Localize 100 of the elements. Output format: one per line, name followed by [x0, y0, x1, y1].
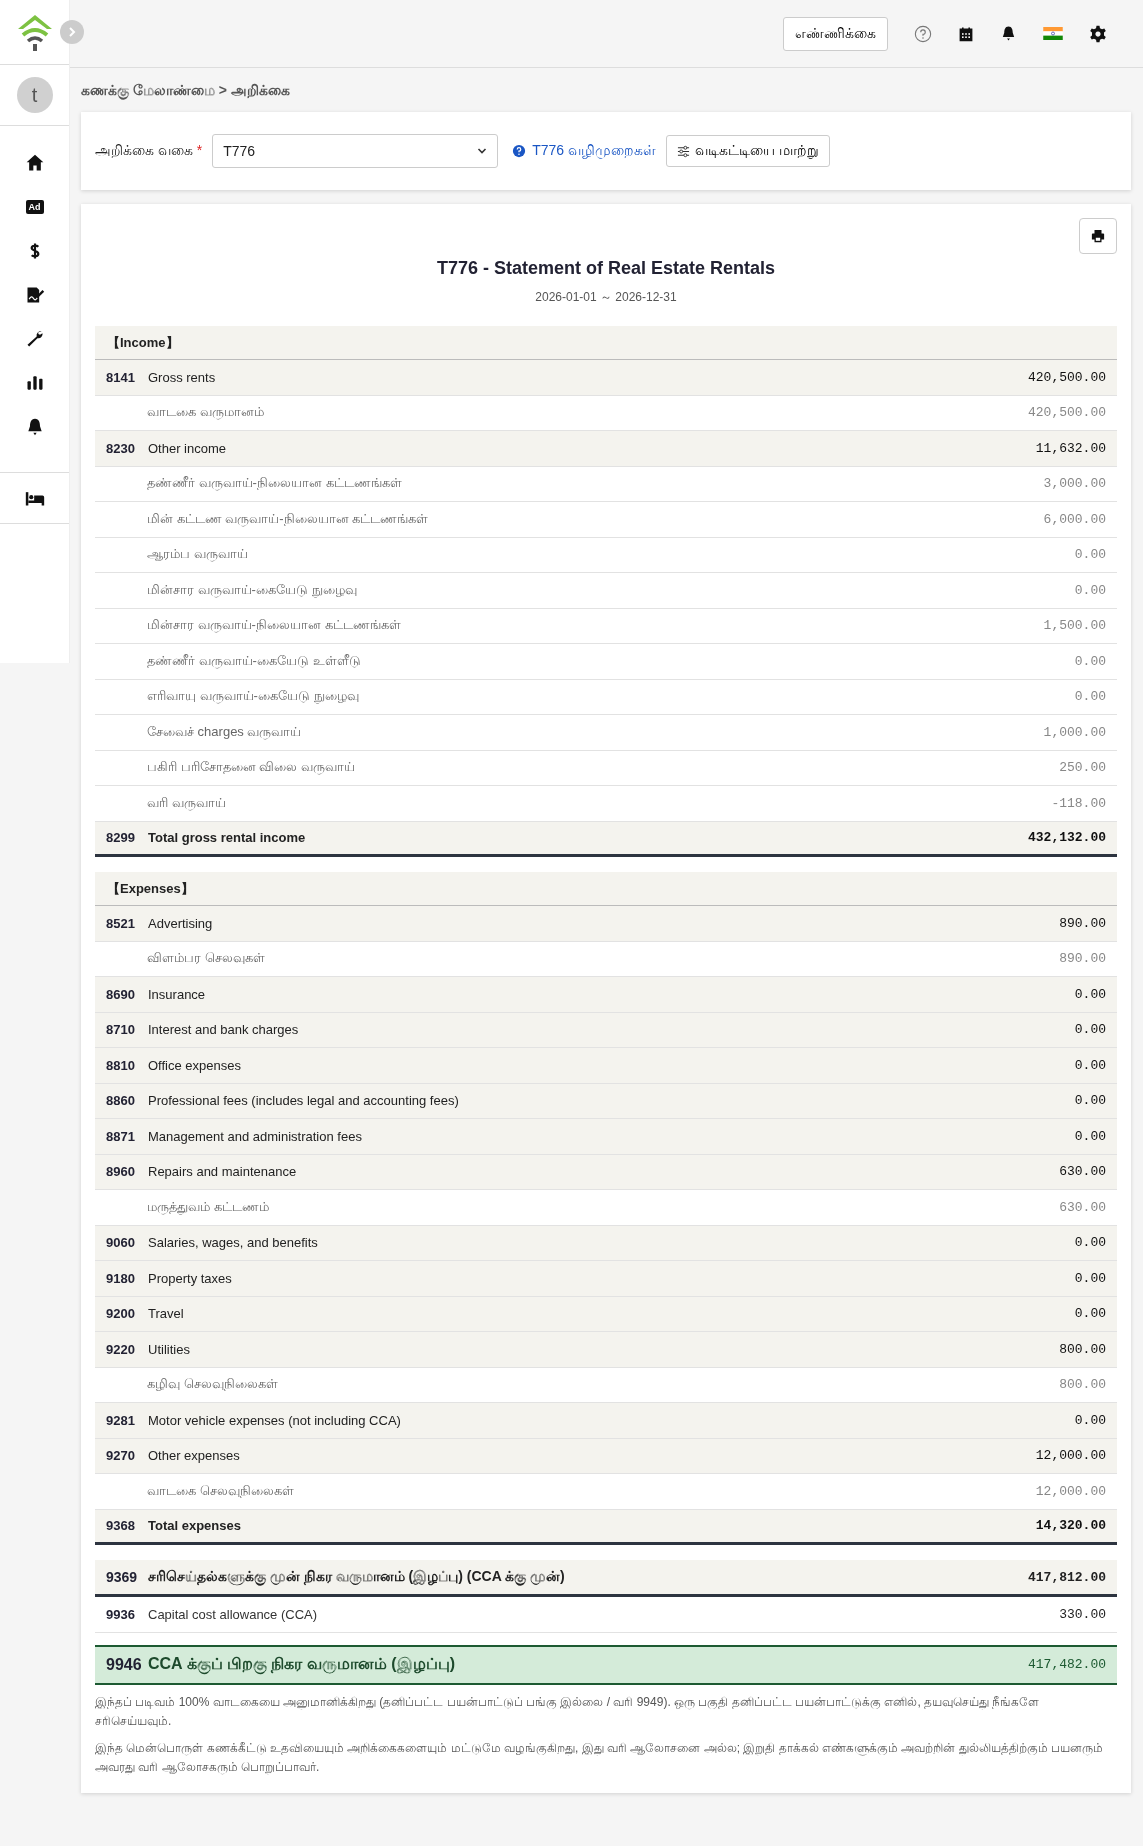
amount: 0.00	[1074, 1022, 1106, 1038]
amount: 0.00	[1074, 1412, 1106, 1428]
sliders-icon	[677, 144, 691, 158]
user-avatar[interactable]: t	[16, 77, 53, 113]
amount: 330.00	[1059, 1606, 1106, 1622]
layout-button[interactable]: வடிகட்டியை மாற்று	[666, 135, 830, 167]
section-heading: 【Income】	[95, 326, 1117, 360]
amount: 12,000.00	[1035, 1483, 1106, 1499]
report-period: 2026-01-01 ～ 2026-12-31	[534, 289, 678, 306]
account-label: Interest and bank charges	[148, 1022, 300, 1038]
amount: 1,000.00	[1043, 724, 1106, 740]
amount: 417,482.00	[1028, 1657, 1106, 1672]
account-code: 8299	[106, 830, 136, 846]
report-title: T776 - Statement of Real Estate Rentals	[435, 258, 777, 279]
account-label: வாடகை வருமானம்	[147, 404, 265, 422]
account-code: 9200	[106, 1306, 136, 1322]
amount: 0.00	[1074, 582, 1106, 598]
amount: 0.00	[1074, 1128, 1106, 1144]
account-label: விளம்பர செலவுகள்	[147, 950, 266, 968]
account-label: சேவைச் charges வருவாய்	[147, 723, 303, 741]
printer-icon	[1091, 229, 1105, 243]
account-label: பகிரி பரிசோதனை விலை வருவாய்	[147, 759, 356, 777]
account-label: Property taxes	[148, 1270, 233, 1286]
amount: 417,812.00	[1028, 1569, 1106, 1585]
account-label: மின்சார வருவாய்-நிலையான கட்டணங்கள்	[147, 617, 402, 635]
account-code: 8710	[106, 1022, 136, 1038]
amount: 0.00	[1074, 986, 1106, 1002]
account-code: 9936	[106, 1606, 136, 1622]
amount: 11,632.00	[1035, 440, 1106, 456]
required-mark: *	[196, 142, 203, 158]
account-code: 8860	[106, 1093, 136, 1109]
account-label: Salaries, wages, and benefits	[148, 1235, 319, 1251]
account-code: 9180	[106, 1270, 136, 1286]
account-label: Gross rents	[148, 369, 217, 385]
account-label: Capital cost allowance (CCA)	[148, 1606, 319, 1622]
account-code: 8810	[106, 1057, 136, 1073]
amount: 0.00	[1074, 1235, 1106, 1251]
calendar-icon[interactable]	[958, 25, 974, 42]
bell-icon[interactable]	[1000, 25, 1017, 42]
amount: -118.00	[1051, 795, 1106, 811]
amount: 630.00	[1059, 1199, 1106, 1215]
breadcrumb: கணக்கு மேலாண்மை > அறிக்கை	[81, 82, 291, 100]
footnote: இந்தப் படிவம் 100% வாடகையை அனுமானிக்கிறது (தனிப்பட்ட பயன்பாட்டுப் பங்கு இல்லை / வரி 9949). ஒரு பகுதி தனிப்பட்ட பயன்பாட்டுக்கு எனில், தயவுசெய்து நீங்களே சரிசெய்யவும்.	[95, 1693, 1041, 1730]
amount: 3,000.00	[1043, 476, 1106, 492]
account-label: தண்ணீர் வருவாய்-கையேடு உள்ளீடு	[147, 652, 362, 670]
count-button[interactable]: எண்ணிக்கை	[783, 16, 888, 51]
amount: 630.00	[1059, 1164, 1106, 1180]
amount: 890.00	[1059, 951, 1106, 967]
report-type-select[interactable]: T776	[212, 134, 499, 168]
amount: 800.00	[1059, 1341, 1106, 1357]
home-icon[interactable]	[24, 153, 45, 173]
account-label: Utilities	[148, 1341, 191, 1357]
account-label: Professional fees (includes legal and accounting fees)	[148, 1093, 460, 1109]
account-code: 8871	[106, 1128, 136, 1144]
account-label: ஆரம்ப வருவாய்	[147, 546, 249, 564]
settings-icon[interactable]	[1089, 24, 1107, 43]
account-code: 8521	[106, 915, 136, 931]
account-label: மருத்துவம் கட்டணம்	[147, 1198, 270, 1216]
help-icon	[512, 144, 527, 158]
amount: 0.00	[1074, 1057, 1106, 1073]
amount: 0.00	[1074, 689, 1106, 705]
amount: 0.00	[1074, 1306, 1106, 1322]
ad-badge-icon[interactable]: Ad	[25, 200, 44, 214]
account-code: 9368	[106, 1518, 136, 1534]
amount: 250.00	[1059, 760, 1106, 776]
account-label: Insurance	[148, 986, 207, 1002]
report-type-label: அறிக்கை வகை *	[95, 142, 203, 160]
account-label: கழிவு செலவுநிலைகள்	[147, 1376, 279, 1394]
account-label: Office expenses	[148, 1057, 242, 1073]
account-code: 9281	[106, 1412, 136, 1428]
amount: 14,320.00	[1035, 1518, 1106, 1534]
amount: 0.00	[1074, 653, 1106, 669]
flag-icon[interactable]	[1043, 27, 1063, 40]
amount: 12,000.00	[1035, 1448, 1106, 1464]
amount: 0.00	[1074, 1270, 1106, 1286]
account-label: Advertising	[148, 915, 214, 931]
account-code: 8690	[106, 986, 136, 1002]
account-code: 9220	[106, 1341, 136, 1357]
account-code: 9369	[106, 1569, 139, 1585]
chevron-right-icon	[67, 27, 77, 37]
account-label: CCA க்குப் பிறகு நிகர வருமானம் (இழப்பு)	[148, 1654, 1028, 1675]
account-label: வரி வருவாய்	[147, 794, 227, 812]
amount: 432,132.00	[1028, 830, 1106, 846]
amount: 1,500.00	[1043, 618, 1106, 634]
account-label: மின்சார வருவாய்-கையேடு நுழைவு	[147, 581, 358, 599]
account-label: Total gross rental income	[148, 830, 307, 846]
account-label: Repairs and maintenance	[148, 1164, 298, 1180]
account-label: வாடகை செலவுநிலைகள்	[147, 1482, 295, 1500]
amount: 890.00	[1059, 915, 1106, 931]
account-label: சரிசெய்தல்களுக்கு முன் நிகர வருமானம் (இழப்பு) (CCA க்கு முன்)	[148, 1568, 566, 1586]
account-code: 8141	[106, 369, 136, 385]
amount: 6,000.00	[1043, 511, 1106, 527]
account-code: 9060	[106, 1235, 136, 1251]
account-label: Total expenses	[148, 1518, 242, 1534]
amount: 420,500.00	[1028, 405, 1106, 421]
print-button[interactable]	[1079, 218, 1117, 254]
account-label: Other expenses	[148, 1448, 241, 1464]
help-link[interactable]: T776 வழிமுறைகள்	[512, 142, 657, 160]
account-label: Travel	[148, 1306, 185, 1322]
help-icon[interactable]	[914, 24, 932, 43]
